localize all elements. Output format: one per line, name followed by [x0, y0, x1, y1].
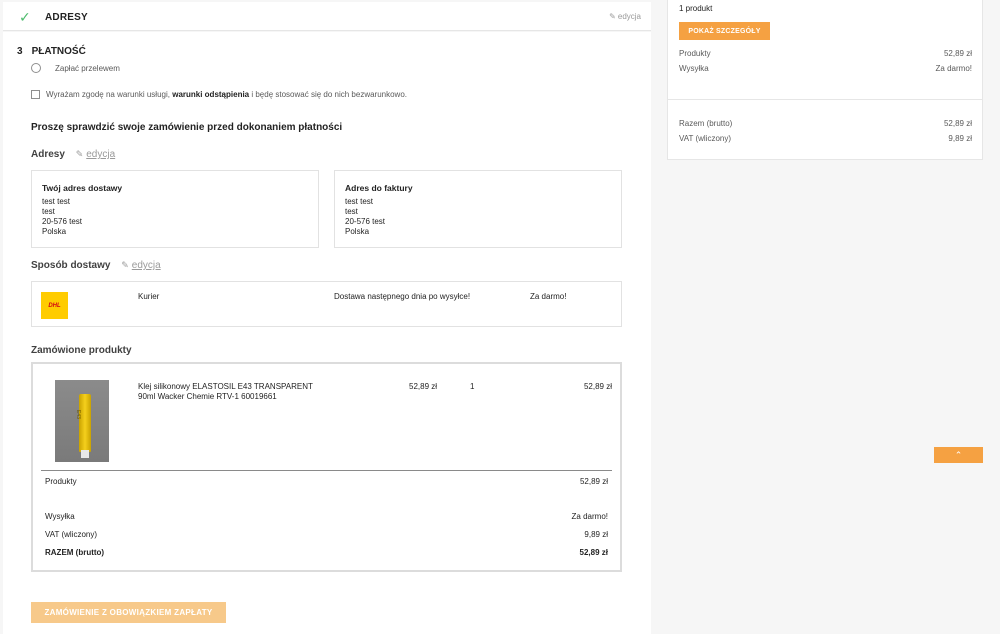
addresses-step-edit-link[interactable]: ✎ edycja — [609, 12, 641, 21]
terms-link[interactable]: warunki odstąpienia — [172, 90, 249, 99]
delivery-address-line: test test — [42, 197, 71, 206]
invoice-address-line: test — [345, 207, 358, 216]
invoice-address-line: Polska — [345, 227, 370, 236]
payment-step-title: 3 PŁATNOŚĆ — [17, 46, 86, 57]
product-image: E43 — [55, 380, 109, 462]
summary-products-row: Produkty 52,89 zł — [45, 477, 608, 486]
summary-total-value: 52,89 zł — [579, 548, 608, 557]
payment-step-card: 3 PŁATNOŚĆ Zapłać przelewem Wyrażam zgodę… — [3, 32, 651, 634]
addresses-subheading-label: Adresy — [31, 149, 65, 160]
cart-vat-row: VAT (wliczony) 9,89 zł — [679, 134, 972, 143]
terms-suffix: i będę stosować się do nich bezwarunkowo… — [251, 90, 408, 99]
product-tube-cap — [81, 450, 89, 458]
shipping-edit-label: edycja — [131, 260, 161, 271]
cart-shipping-label: Wysyłka — [679, 64, 709, 73]
summary-vat-label: VAT (wliczony) — [45, 530, 98, 539]
pencil-icon: ✎ — [609, 12, 616, 21]
terms-consent[interactable]: Wyrażam zgodę na warunki usługi, warunki… — [31, 90, 407, 99]
payment-option-label: Zapłać przelewem — [55, 63, 120, 73]
summary-products-value: 52,89 zł — [579, 477, 608, 486]
addresses-edit-label: edycja — [86, 149, 116, 160]
cart-product-count: 1 produkt — [679, 4, 713, 13]
summary-vat-row: VAT (wliczony) 9,89 zł — [45, 530, 608, 539]
invoice-address-line: 20-576 test — [345, 217, 386, 226]
dhl-logo-text: DHL — [48, 302, 61, 309]
delivery-address-title: Twój adres dostawy — [42, 183, 123, 193]
payment-step-label: PŁATNOŚĆ — [31, 46, 86, 57]
payment-radio[interactable] — [31, 63, 41, 73]
pencil-icon: ✎ — [75, 149, 84, 159]
carrier-description: Dostawa następnego dnia po wysyłce! — [334, 292, 471, 301]
cart-products-row: Produkty 52,89 zł — [679, 49, 972, 58]
carrier-price: Za darmo! — [530, 292, 567, 301]
cart-total-row: Razem (brutto) 52,89 zł — [679, 119, 972, 128]
summary-shipping-label: Wysyłka — [45, 512, 75, 521]
dhl-logo: DHL — [41, 292, 68, 319]
products-divider — [41, 470, 612, 471]
invoice-address-line: test test — [345, 197, 374, 206]
addresses-subheading: Adresy ✎ edycja — [31, 149, 115, 160]
cart-products-value: 52,89 zł — [943, 49, 972, 58]
place-order-button[interactable]: ZAMÓWIENIE Z OBOWIĄZKIEM ZAPŁATY — [31, 602, 226, 623]
products-subheading: Zamówione produkty — [31, 345, 132, 356]
summary-total-label: RAZEM (brutto) — [45, 548, 105, 557]
carrier-name: Kurier — [138, 292, 160, 301]
cart-vat-value: 9,89 zł — [948, 134, 972, 143]
product-tube-label: E43 — [75, 410, 81, 419]
delivery-address-line: test — [42, 207, 55, 216]
invoice-address-title: Adres do faktury — [345, 183, 413, 193]
delivery-address-line: 20-576 test — [42, 217, 83, 226]
product-total: 52,89 zł — [583, 382, 612, 391]
summary-products-label: Produkty — [45, 477, 77, 486]
cart-total-label: Razem (brutto) — [679, 119, 733, 128]
review-heading: Proszę sprawdzić swoje zamówienie przed … — [31, 122, 343, 133]
cart-products-label: Produkty — [679, 49, 711, 58]
products-subheading-label: Zamówione produkty — [31, 345, 132, 356]
cart-divider — [668, 99, 982, 100]
check-icon: ✓ — [19, 9, 31, 25]
cart-vat-label: VAT (wliczony) — [679, 134, 732, 143]
delivery-address-line: Polska — [42, 227, 67, 236]
addresses-step-edit-label: edycja — [617, 12, 641, 21]
scroll-to-top-button[interactable]: ⌃ — [934, 447, 983, 463]
terms-text: Wyrażam zgodę na warunki usługi, warunki… — [46, 90, 407, 99]
summary-shipping-value: Za darmo! — [571, 512, 608, 521]
show-details-button[interactable]: POKAŻ SZCZEGÓŁY — [679, 22, 770, 40]
invoice-address-box: Adres do faktury test test test 20-576 t… — [334, 170, 622, 248]
cart-shipping-value: Za darmo! — [935, 64, 972, 73]
summary-vat-value: 9,89 zł — [584, 530, 608, 539]
product-tube-shape — [79, 394, 91, 452]
addresses-edit-link[interactable]: ✎ edycja — [76, 149, 115, 160]
payment-step-number: 3 — [17, 46, 23, 57]
chevron-up-icon: ⌃ — [954, 449, 963, 460]
summary-shipping-row: Wysyłka Za darmo! — [45, 512, 608, 521]
carrier-row: DHL Kurier Dostawa następnego dnia po wy… — [31, 281, 622, 327]
ordered-products-box: E43 Klej silikonowy ELASTOSIL E43 TRANSP… — [31, 362, 622, 572]
shipping-subheading: Sposób dostawy ✎ edycja — [31, 260, 161, 271]
product-unit-price: 52,89 zł — [409, 382, 438, 391]
product-quantity: 1 — [470, 382, 475, 391]
cart-summary: 1 produkt POKAŻ SZCZEGÓŁY Produkty 52,89… — [667, 0, 983, 160]
terms-prefix: Wyrażam zgodę na warunki usługi, — [46, 90, 170, 99]
addresses-step-title: ADRESY — [45, 12, 88, 23]
cart-shipping-row: Wysyłka Za darmo! — [679, 64, 972, 73]
addresses-step-header[interactable]: ✓ ADRESY ✎ edycja — [3, 2, 651, 31]
delivery-address-box: Twój adres dostawy test test test 20-576… — [31, 170, 319, 248]
terms-checkbox[interactable] — [31, 90, 40, 99]
cart-total-value: 52,89 zł — [943, 119, 972, 128]
shipping-edit-link[interactable]: ✎ edycja — [121, 260, 160, 271]
checkout-steps: ✓ ADRESY ✎ edycja 3 PŁATNOŚĆ Zapłać przele… — [0, 0, 652, 634]
payment-option-transfer[interactable]: Zapłać przelewem — [31, 63, 120, 73]
summary-total-row: RAZEM (brutto) 52,89 zł — [45, 548, 608, 557]
shipping-subheading-label: Sposób dostawy — [31, 260, 111, 271]
product-name: Klej silikonowy ELASTOSIL E43 TRANSPAREN… — [138, 382, 313, 401]
pencil-icon: ✎ — [121, 260, 129, 270]
